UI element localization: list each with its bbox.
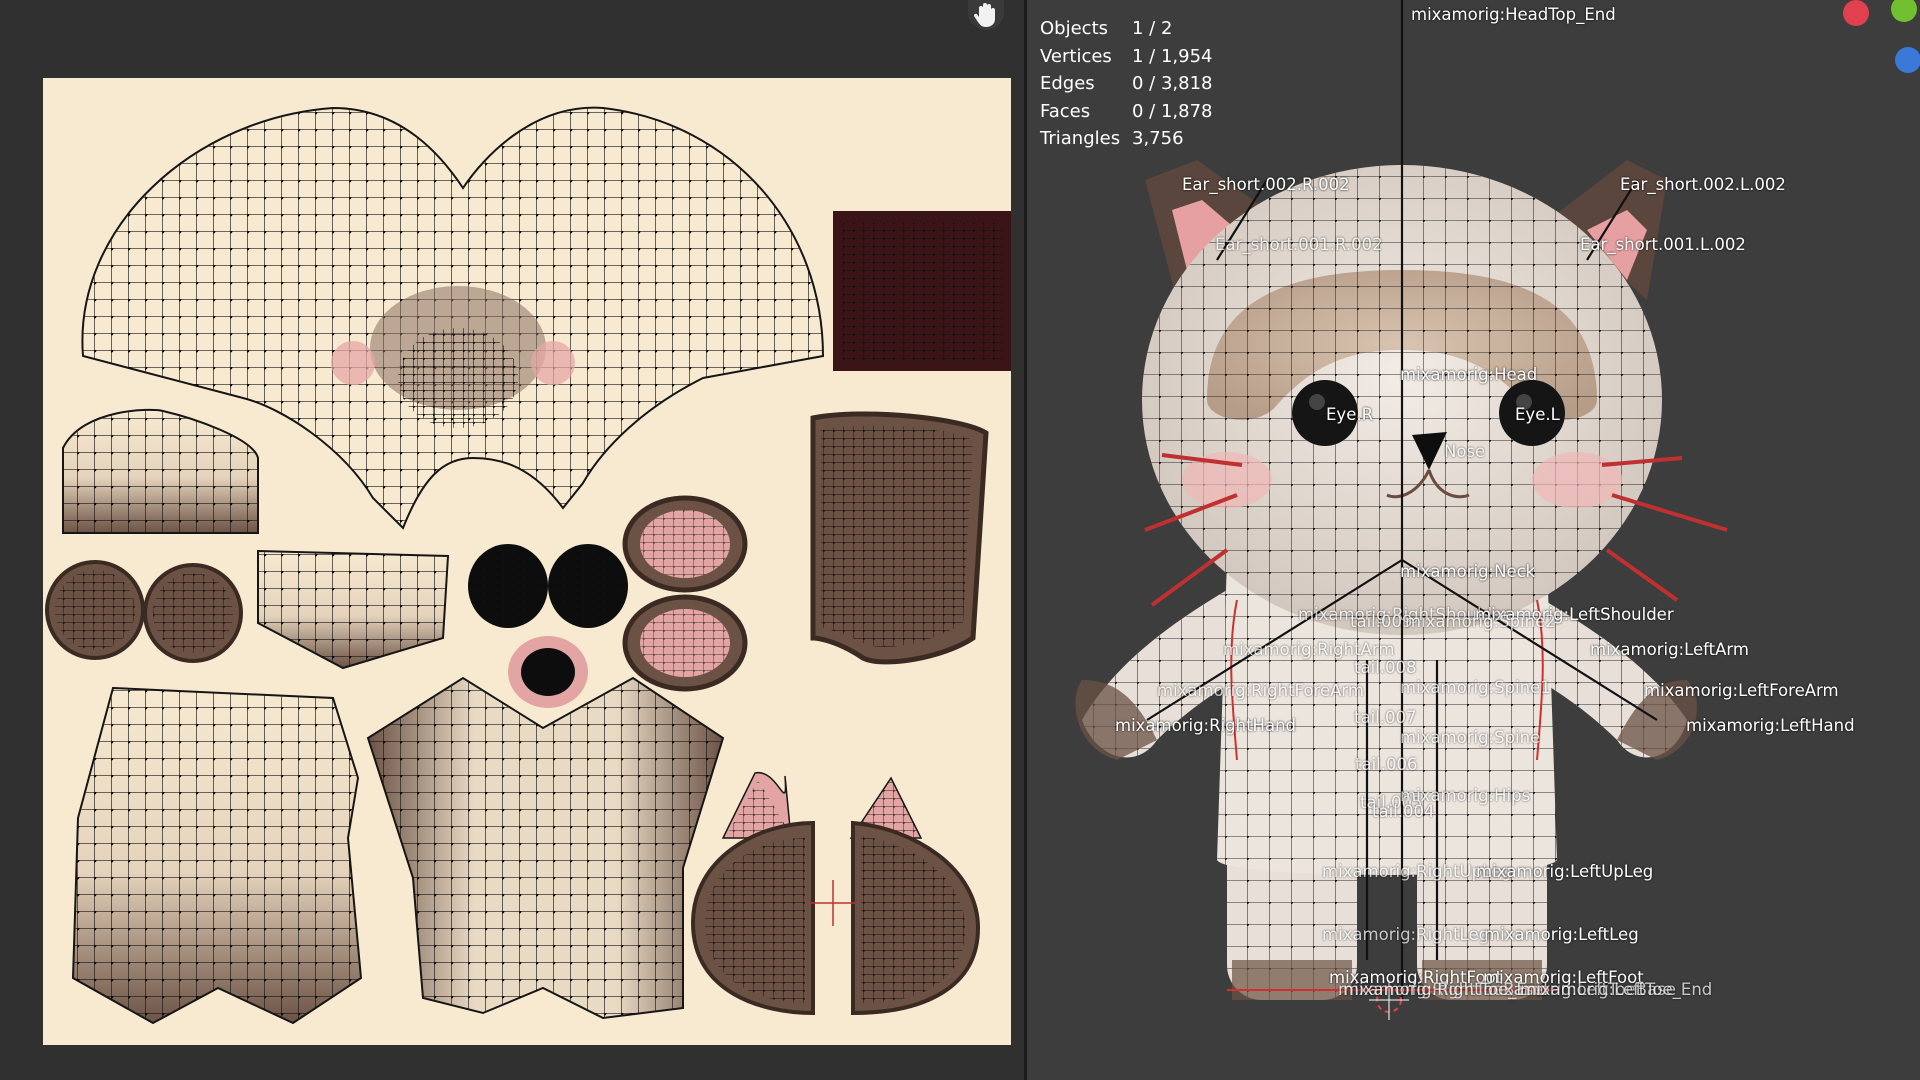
uv-islands[interactable] xyxy=(43,78,1011,1045)
stat-value: 1 / 1,954 xyxy=(1132,45,1213,67)
bone-label-right-toe-end: mixamorig:RightToe_End xyxy=(1343,980,1548,999)
bone-label-left-forearm: mixamorig:LeftForeArm xyxy=(1644,681,1839,700)
stat-label: Faces xyxy=(1040,100,1091,122)
bone-label-neck: mixamorig:Neck xyxy=(1400,562,1536,581)
stat-row: Edges 0 / 3,818 xyxy=(1040,70,1213,98)
nose-uv-island xyxy=(508,636,588,708)
stat-value: 3,756 xyxy=(1132,128,1184,149)
bone-label-eye-r: Eye.R xyxy=(1326,405,1374,424)
stat-label: Vertices xyxy=(1040,45,1112,67)
bone-label-eye-l: Eye.L xyxy=(1515,405,1560,424)
hand-icon[interactable] xyxy=(968,0,1004,30)
bone-label-ear-001-l: Ear_short.001.L.002 xyxy=(1580,235,1746,254)
bone-label-right-arm: mixamorig:RightArm xyxy=(1223,640,1395,659)
bone-label-spine2: mixamorig:Spine2 xyxy=(1405,612,1556,631)
foot-uv-islands xyxy=(690,820,981,1016)
uv-texture-canvas[interactable] xyxy=(43,78,1011,1045)
bone-label-head-top: mixamorig:HeadTop_End xyxy=(1411,5,1616,24)
bone-label-right-forearm: mixamorig:RightForeArm xyxy=(1157,681,1364,700)
bone-label-right-hand: mixamorig:RightHand xyxy=(1115,716,1297,735)
uv-editor[interactable] xyxy=(0,0,1024,1080)
gizmo-x-axis[interactable] xyxy=(1843,0,1869,26)
bone-label-tail-009: tail.009 xyxy=(1350,612,1413,631)
stat-value: 1 / 2 xyxy=(1132,18,1173,39)
bone-label-right-leg: mixamorig:RightLeg xyxy=(1322,925,1490,944)
stat-row: Objects 1 / 2 xyxy=(1040,15,1213,43)
bone-label-tail-006: tail.006 xyxy=(1355,755,1418,774)
bone-label-tail-004: tail.004 xyxy=(1372,802,1435,821)
cat-model[interactable] xyxy=(1027,0,1920,1080)
dark-uv-block xyxy=(833,211,1011,371)
bone-label-nose: Nose xyxy=(1444,442,1486,461)
stat-label: Objects xyxy=(1040,18,1109,39)
bone-label-ear-002-l: Ear_short.002.L.002 xyxy=(1620,175,1786,194)
bone-label-left-toe-end: mixamorig:LeftToe_End xyxy=(1520,980,1713,999)
shirt-uv-island xyxy=(366,676,725,1020)
body-uv-island xyxy=(71,686,363,1025)
stat-value: 0 / 1,878 xyxy=(1132,100,1213,122)
bone-label-head: mixamorig:Head xyxy=(1400,365,1538,384)
bone-label-spine1: mixamorig:Spine1 xyxy=(1400,678,1551,697)
tail-uv-island xyxy=(810,411,989,665)
statistics-overlay: Objects 1 / 2 Vertices 1 / 1,954 Edges 0 / … xyxy=(1040,15,1213,153)
bone-label-left-hand: mixamorig:LeftHand xyxy=(1686,716,1855,735)
eye-uv-islands xyxy=(468,544,628,628)
paw-uv-islands xyxy=(45,560,243,663)
3d-viewport[interactable] xyxy=(1027,0,1920,1080)
stat-value: 0 / 3,818 xyxy=(1132,73,1213,94)
gizmo-z-axis[interactable] xyxy=(1895,47,1920,73)
bone-label-left-arm: mixamorig:LeftArm xyxy=(1590,640,1749,659)
bone-label-spine: mixamorig:Spine xyxy=(1400,728,1541,747)
uv-2d-cursor[interactable] xyxy=(810,880,856,926)
ear-uv-islands xyxy=(622,495,748,692)
whisker-uv-islands xyxy=(721,772,923,839)
stat-row: Faces 0 / 1,878 xyxy=(1040,98,1213,126)
bone-label-tail-007: tail.007 xyxy=(1354,708,1417,727)
stat-row: Triangles 3,756 xyxy=(1040,125,1213,153)
hat-uv-island xyxy=(62,408,259,534)
stat-row: Vertices 1 / 1,954 xyxy=(1040,43,1213,71)
stat-label: Triangles xyxy=(1040,128,1121,149)
bone-label-ear-002-r: Ear_short.002.R.002 xyxy=(1182,175,1350,194)
bone-label-ear-001-r: Ear_short.001.R.002 xyxy=(1215,235,1383,254)
bone-label-left-leg: mixamorig:LeftLeg xyxy=(1484,925,1639,944)
bone-label-tail-008: tail.008 xyxy=(1354,658,1417,677)
stat-label: Edges xyxy=(1040,73,1095,94)
belt-uv-island xyxy=(257,549,450,670)
bone-label-left-upleg: mixamorig:LeftUpLeg xyxy=(1476,862,1654,881)
